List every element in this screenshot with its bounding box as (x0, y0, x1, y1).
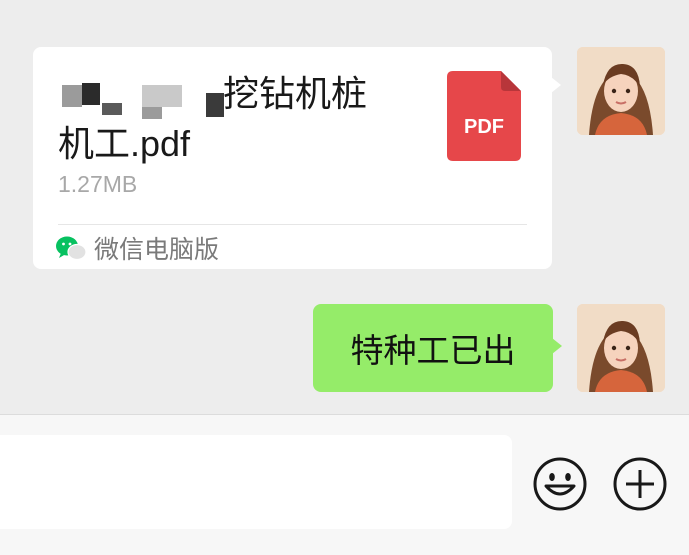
message-input-bar (0, 414, 689, 555)
emoji-button[interactable] (532, 456, 588, 512)
source-label: 微信电脑版 (94, 236, 220, 264)
plus-icon (613, 457, 667, 511)
file-name: 挖钻机桩 机工.pdf (58, 69, 428, 169)
file-name-line1: 挖钻机桩 (58, 69, 428, 119)
source-row: 微信电脑版 (56, 230, 219, 266)
redacted-block (142, 85, 182, 107)
emoji-icon (533, 457, 587, 511)
pdf-icon-label: PDF (464, 116, 504, 138)
add-button[interactable] (612, 456, 668, 512)
user-avatar-image (577, 47, 665, 135)
timestamp-fragment (238, 0, 318, 4)
pdf-file-icon: PDF (447, 71, 521, 161)
file-size: 1.27MB (58, 171, 138, 197)
avatar[interactable] (577, 47, 665, 135)
redacted-block (62, 85, 82, 107)
divider (58, 224, 527, 225)
redacted-block (82, 83, 100, 105)
redacted-block (102, 103, 122, 115)
text-message-bubble[interactable]: 特种工已出 (313, 304, 562, 392)
message-input[interactable] (0, 435, 512, 529)
avatar[interactable] (577, 304, 665, 392)
file-name-text: 挖钻机桩 (223, 73, 368, 114)
redacted-block (206, 93, 224, 117)
redacted-block (142, 107, 162, 119)
file-message-bubble[interactable]: 挖钻机桩 机工.pdf 1.27MB PDF 微信电脑版 (33, 47, 561, 269)
user-avatar-image (577, 304, 665, 392)
wechat-icon (56, 236, 86, 261)
file-name-line2: 机工.pdf (58, 123, 191, 164)
